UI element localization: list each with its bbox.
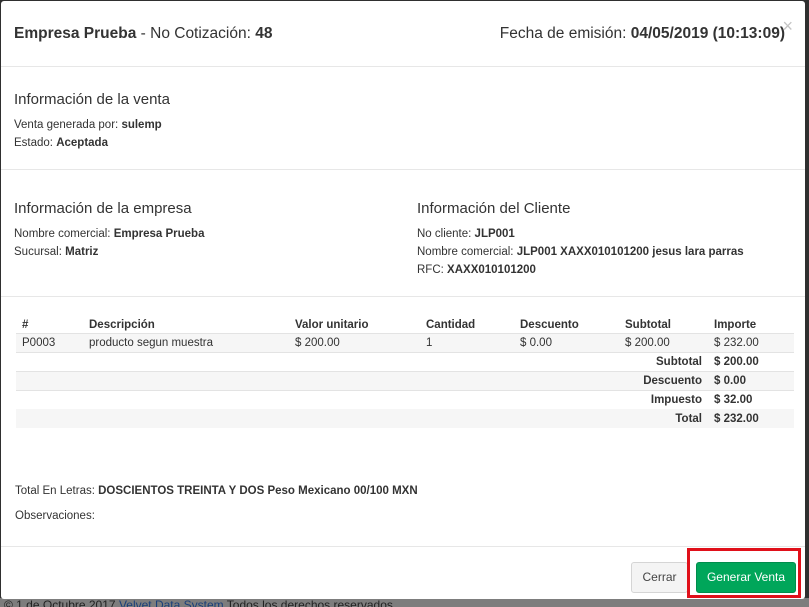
- company-name-label: Nombre comercial:: [14, 228, 111, 240]
- total-in-words-value: DOSCIENTOS TREINTA Y DOS Peso Mexicano 0…: [98, 485, 418, 497]
- issue-date-value: 04/05/2019 (10:13:09): [630, 25, 785, 42]
- table-header-row: # Descripción Valor unitario Cantidad De…: [16, 317, 794, 333]
- company-name-value: Empresa Prueba: [113, 228, 205, 240]
- total-in-words-label: Total En Letras:: [15, 485, 95, 497]
- client-number-label: No cliente:: [417, 228, 472, 240]
- column-header: Descuento: [520, 318, 579, 331]
- sale-info-title: Información de la venta: [14, 91, 170, 108]
- observations-label: Observaciones:: [15, 510, 95, 522]
- client-number-line: No cliente: JLP001: [417, 228, 515, 240]
- generate-sale-button[interactable]: Generar Venta: [696, 562, 796, 593]
- totals-row-discount: Descuento $ 0.00: [16, 370, 794, 390]
- generated-by-label: Venta generada por:: [14, 119, 119, 131]
- generated-by-value: sulemp: [121, 119, 162, 131]
- totals-row-subtotal: Subtotal $ 200.00: [16, 351, 794, 371]
- company-client-section: Información de la empresa Nombre comerci…: [1, 170, 805, 297]
- totals-label: Descuento: [16, 370, 708, 390]
- table-cell: P0003: [16, 332, 83, 352]
- branch-label: Sucursal:: [14, 246, 62, 258]
- issue-date: Fecha de emisión: 04/05/2019 (10:13:09): [500, 25, 785, 43]
- totals-value: $ 32.00: [708, 389, 794, 409]
- status-label: Estado:: [14, 137, 53, 149]
- table-cell: $ 200.00: [289, 332, 420, 352]
- client-rfc-line: RFC: XAXX010101200: [417, 264, 536, 276]
- client-name-line: Nombre comercial: JLP001 XAXX010101200 j…: [417, 246, 744, 258]
- total-in-words: Total En Letras: DOSCIENTOS TREINTA Y DO…: [15, 485, 418, 497]
- column-header: Valor unitario: [295, 318, 369, 331]
- quote-number: 48: [255, 25, 273, 42]
- close-button[interactable]: Cerrar: [631, 562, 688, 593]
- page-footer: © 1 de Octubre 2017 Velvet Data System T…: [0, 598, 809, 607]
- column-header: #: [22, 318, 29, 331]
- branch-line: Sucursal: Matriz: [14, 246, 98, 258]
- company-name-line: Nombre comercial: Empresa Prueba: [14, 228, 204, 240]
- quote-label: - No Cotización:: [140, 25, 251, 42]
- column-header: Importe: [714, 318, 757, 331]
- table-cell: 1: [420, 332, 514, 352]
- branch-value: Matriz: [65, 246, 99, 258]
- totals-value: $ 232.00: [708, 409, 794, 428]
- table-cell: producto segun muestra: [83, 332, 289, 352]
- totals-value: $ 0.00: [708, 370, 794, 390]
- client-info-title: Información del Cliente: [417, 200, 571, 217]
- modal-footer: Cerrar Generar Venta: [1, 546, 805, 599]
- column-header: Subtotal: [625, 318, 671, 331]
- footer-rights: Todos los derechos reservados.: [226, 598, 397, 607]
- client-rfc-label: RFC:: [417, 264, 444, 276]
- column-header: Descripción: [89, 318, 155, 331]
- column-header: Cantidad: [426, 318, 476, 331]
- generated-by: Venta generada por: sulemp: [14, 119, 162, 131]
- modal-header: Empresa Prueba - No Cotización: 48 Fecha…: [1, 1, 805, 67]
- client-number-value: JLP001: [474, 228, 515, 240]
- footer-link[interactable]: Velvet Data System: [119, 598, 224, 607]
- footer-copyright: © 1 de Octubre 2017: [4, 598, 116, 607]
- totals-label: Impuesto: [16, 389, 708, 409]
- table-cell: $ 200.00: [619, 332, 708, 352]
- totals-row-tax: Impuesto $ 32.00: [16, 389, 794, 409]
- table-cell: $ 0.00: [514, 332, 619, 352]
- sale-info-section: Información de la venta Venta generada p…: [1, 67, 805, 170]
- status-value: Aceptada: [56, 137, 108, 149]
- issue-date-label: Fecha de emisión:: [499, 25, 627, 42]
- company-info-title: Información de la empresa: [14, 200, 192, 217]
- client-rfc-value: XAXX010101200: [447, 264, 536, 276]
- table-cell: $ 232.00: [708, 332, 794, 352]
- modal-title: Empresa Prueba - No Cotización: 48: [14, 25, 272, 43]
- status: Estado: Aceptada: [14, 137, 108, 149]
- totals-row-total: Total $ 232.00: [16, 409, 794, 428]
- client-name-label: Nombre comercial:: [417, 246, 514, 258]
- items-table: # Descripción Valor unitario Cantidad De…: [16, 317, 794, 428]
- client-name-value: JLP001 XAXX010101200 jesus lara parras: [516, 246, 744, 258]
- totals-value: $ 200.00: [708, 351, 794, 371]
- totals-label: Total: [16, 409, 708, 428]
- quote-modal: × Empresa Prueba - No Cotización: 48 Fec…: [1, 1, 805, 599]
- table-row: P0003 producto segun muestra $ 200.00 1 …: [16, 332, 794, 352]
- totals-label: Subtotal: [16, 351, 708, 371]
- company-name: Empresa Prueba: [14, 25, 137, 42]
